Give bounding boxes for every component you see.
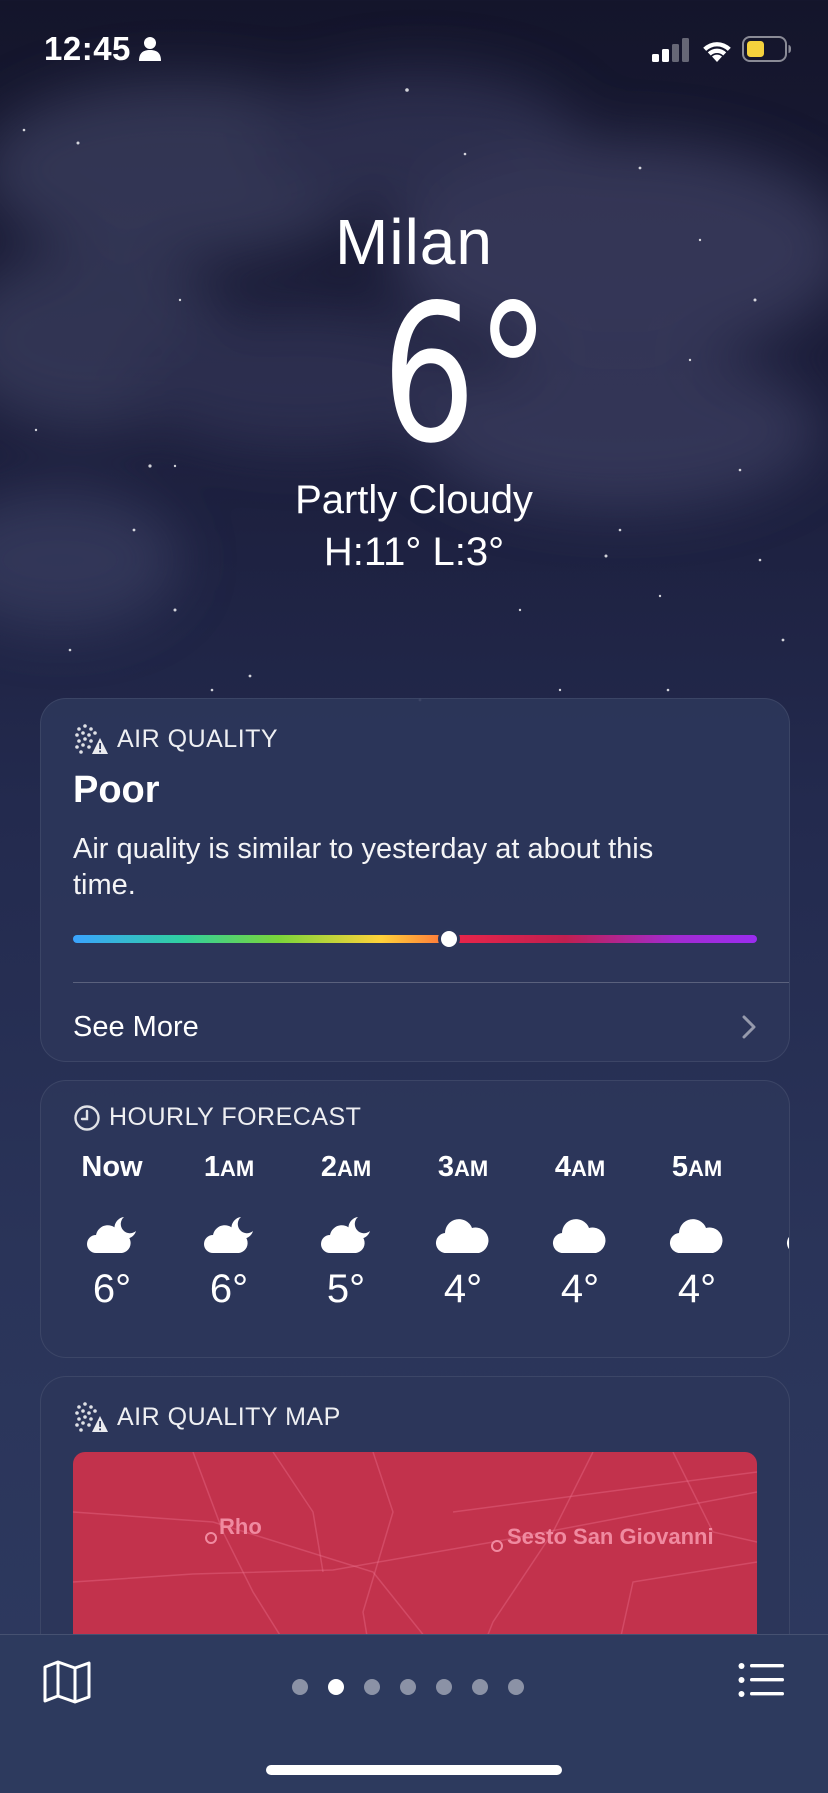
hourly-scroller[interactable]: Now 6° 1AM 6° 2AM 5° 3AM 4° 4AM 4° 5AM 4° 6AM 4°: [41, 1151, 789, 1331]
air-quality-indicator: [438, 928, 461, 950]
air-quality-icon: [75, 1402, 108, 1432]
map-label-sesto-san-giovanni: Sesto San Giovanni: [507, 1524, 714, 1549]
air-quality-map-title: AIR QUALITY MAP: [117, 1402, 341, 1431]
air-quality-card[interactable]: AIR QUALITY Poor Air quality is similar …: [40, 698, 790, 1062]
map-label-rho: Rho: [219, 1514, 262, 1539]
hourly-temperature: 4°: [560, 1267, 600, 1311]
cloud-moon-icon: [318, 1213, 374, 1257]
hourly-temperature: 6°: [209, 1267, 249, 1311]
person-icon: [139, 37, 161, 61]
cloud-icon: [435, 1213, 491, 1257]
status-time: 12:45: [44, 30, 131, 67]
page-dot[interactable]: [400, 1679, 416, 1695]
page-dot[interactable]: [508, 1679, 524, 1695]
page-dot[interactable]: [292, 1679, 308, 1695]
page-dot[interactable]: [364, 1679, 380, 1695]
page-dot[interactable]: [472, 1679, 488, 1695]
cloud-moon-icon: [201, 1213, 257, 1257]
battery-icon: [742, 36, 791, 62]
air-quality-scale: [73, 928, 757, 950]
chevron-right-icon: [742, 1015, 756, 1039]
hourly-time: 5AM: [671, 1151, 723, 1183]
hourly-forecast-card[interactable]: HOURLY FORECAST Now 6° 1AM 6° 2AM 5° 3AM 4° 4AM 4…: [40, 1080, 790, 1358]
home-indicator: [266, 1765, 562, 1775]
hourly-time: 4AM: [554, 1151, 606, 1183]
hourly-time: 2AM: [320, 1151, 372, 1183]
cloud-moon-icon: [84, 1213, 140, 1257]
air-quality-description: Air quality is similar to yesterday at a…: [73, 833, 654, 901]
page-dot[interactable]: [328, 1679, 344, 1695]
current-temperature: 6°: [381, 264, 551, 485]
divider: [73, 982, 789, 983]
clock-icon: [74, 1104, 100, 1131]
page-indicator[interactable]: [292, 1679, 524, 1699]
bottom-toolbar: [0, 1634, 828, 1793]
page-dot[interactable]: [436, 1679, 452, 1695]
air-quality-title: AIR QUALITY: [117, 724, 279, 753]
hourly-temperature: 4°: [677, 1267, 717, 1311]
status-bar: 12:45: [0, 0, 828, 100]
cellular-signal-icon: [652, 38, 689, 62]
hourly-temperature: 5°: [326, 1267, 366, 1311]
air-quality-level: Poor: [73, 769, 160, 811]
air-quality-icon: [75, 724, 108, 754]
cloud-icon: [552, 1213, 608, 1257]
hourly-time: Now: [81, 1151, 143, 1183]
cloud-icon: [669, 1213, 725, 1257]
see-more-button[interactable]: See More: [73, 999, 757, 1055]
hourly-time: 1AM: [203, 1151, 255, 1183]
hourly-forecast-header: HOURLY FORECAST: [73, 1103, 361, 1132]
hourly-time: 6AM: [759, 1151, 790, 1184]
hourly-time: 3AM: [437, 1151, 489, 1183]
hourly-temperature: 6°: [92, 1267, 132, 1311]
list-icon[interactable]: [738, 1661, 784, 1699]
condition-text: Partly Cloudy: [295, 478, 533, 522]
map-icon[interactable]: [42, 1659, 92, 1705]
cloud-icon: [786, 1213, 789, 1257]
see-more-label: See More: [73, 1010, 199, 1043]
hourly-forecast-title: HOURLY FORECAST: [109, 1103, 362, 1131]
wifi-icon: [703, 42, 731, 62]
air-quality-header: AIR QUALITY: [73, 721, 278, 757]
hourly-temperature: 4°: [759, 1267, 789, 1312]
hourly-temperature: 4°: [443, 1267, 483, 1311]
high-low-text: H:11° L:3°: [323, 530, 505, 574]
air-quality-map-header: AIR QUALITY MAP: [73, 1399, 341, 1435]
